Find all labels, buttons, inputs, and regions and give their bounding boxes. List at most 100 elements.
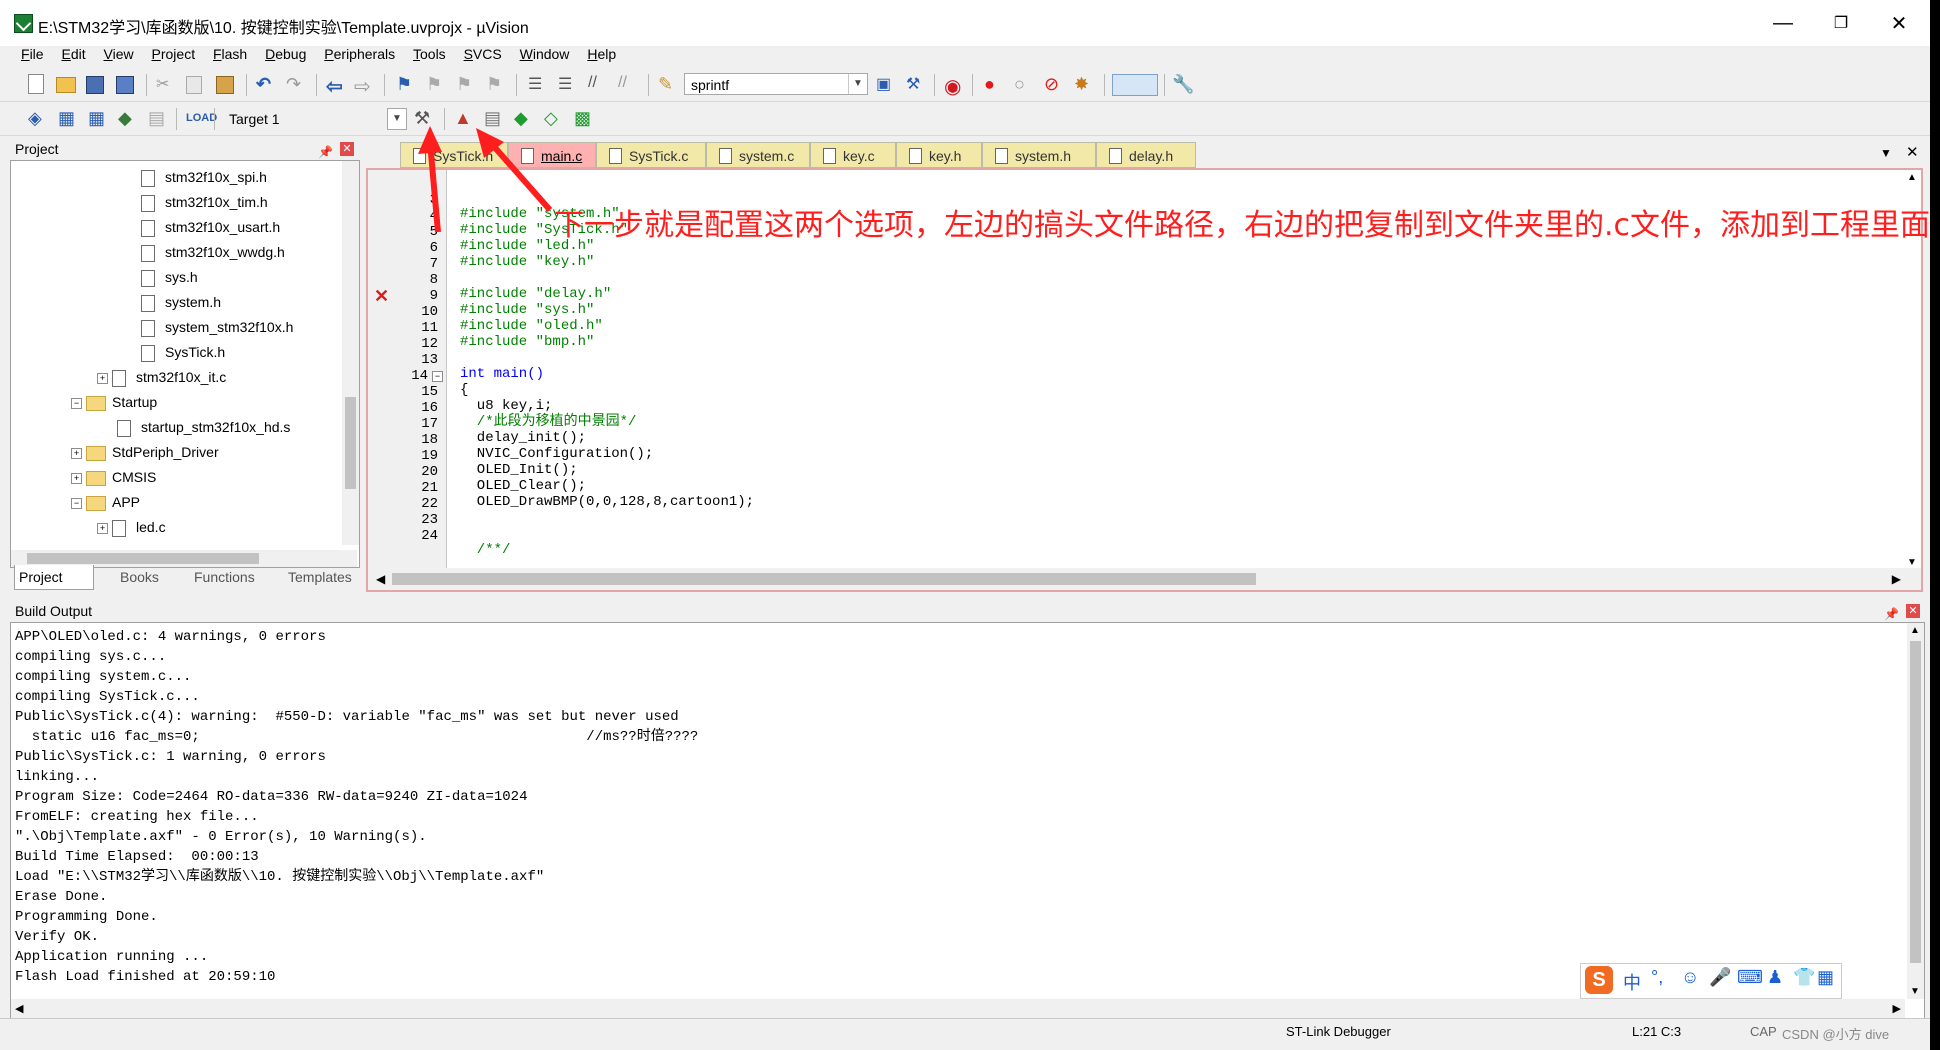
microphone-icon[interactable]: 🎤 xyxy=(1709,967,1731,988)
tree-folder[interactable]: − APP xyxy=(71,490,140,514)
collapse-icon[interactable]: − xyxy=(71,497,82,509)
scroll-up-icon[interactable]: ▲ xyxy=(1910,625,1920,636)
menu-project[interactable]: Project xyxy=(145,42,203,66)
close-editor-icon[interactable]: ✕ xyxy=(1906,143,1919,161)
navigate-forward-icon[interactable]: ⇨ xyxy=(354,74,376,98)
save-icon[interactable] xyxy=(86,76,104,94)
uncomment-icon[interactable]: // xyxy=(618,74,640,94)
scrollbar-thumb[interactable] xyxy=(345,397,356,489)
paste-icon[interactable] xyxy=(216,76,234,94)
scrollbar-thumb[interactable] xyxy=(392,573,1256,585)
rebuild-icon[interactable]: ▦ xyxy=(88,108,110,128)
open-file-icon[interactable] xyxy=(56,77,76,93)
tree-folder[interactable]: + CMSIS xyxy=(71,465,156,489)
unindent-icon[interactable]: ☰ xyxy=(558,74,580,94)
toolbox-icon[interactable]: ▦ xyxy=(1817,967,1834,988)
editor-tab[interactable]: delay.h xyxy=(1096,142,1196,168)
redo-icon[interactable]: ↷ xyxy=(286,74,308,94)
ime-mode[interactable]: 中 xyxy=(1623,969,1641,995)
tab-templates[interactable]: Templates xyxy=(266,565,352,589)
tree-item[interactable]: startup_stm32f10x_hd.s xyxy=(117,415,290,439)
kill-breakpoints-icon[interactable]: ✸ xyxy=(1074,74,1096,94)
tree-item[interactable]: stm32f10x_usart.h xyxy=(141,215,280,239)
disable-breakpoints-icon[interactable]: ⊘ xyxy=(1044,74,1066,94)
target-combo[interactable]: Target 1 ▼ xyxy=(222,107,408,130)
editor-tab[interactable]: key.c xyxy=(810,142,896,168)
tree-item[interactable]: system.h xyxy=(141,290,221,314)
scroll-down-icon[interactable]: ▼ xyxy=(1907,557,1917,568)
scrollbar-thumb[interactable] xyxy=(1910,641,1921,963)
build-output-pane[interactable]: APP\OLED\oled.c: 4 warnings, 0 errors co… xyxy=(10,622,1925,1020)
next-bookmark-icon[interactable]: ⚑ xyxy=(456,74,478,94)
find-icon[interactable]: ⚒ xyxy=(906,74,928,94)
expand-icon[interactable]: + xyxy=(97,372,108,384)
user-icon[interactable]: ♟ xyxy=(1767,967,1783,988)
menu-help[interactable]: Help xyxy=(580,42,623,66)
expand-icon[interactable]: + xyxy=(71,447,82,459)
expand-icon[interactable]: + xyxy=(71,472,82,484)
tab-books[interactable]: Books xyxy=(100,565,159,589)
fold-icon[interactable]: − xyxy=(432,371,443,382)
incremental-find-icon[interactable]: ▣ xyxy=(876,74,898,94)
menu-view[interactable]: View xyxy=(97,42,141,66)
build-icon[interactable]: ▦ xyxy=(58,108,80,128)
close-icon[interactable]: ✕ xyxy=(340,142,354,156)
scroll-right-icon[interactable]: ▶ xyxy=(1893,1002,1901,1015)
cut-icon[interactable]: ✂ xyxy=(156,74,178,94)
maximize-button[interactable]: ❐ xyxy=(1812,0,1870,46)
clear-bookmarks-icon[interactable]: ⚑ xyxy=(486,74,508,94)
chevron-down-icon[interactable]: ▼ xyxy=(848,74,867,94)
tree-item[interactable]: stm32f10x_tim.h xyxy=(141,190,268,214)
close-icon[interactable]: ✕ xyxy=(1906,604,1920,618)
sogou-logo-icon[interactable]: S xyxy=(1585,966,1613,994)
find-in-files-icon[interactable]: ✎ xyxy=(658,74,680,94)
tree-item[interactable]: stm32f10x_spi.h xyxy=(141,165,267,189)
collapse-icon[interactable]: − xyxy=(71,397,82,409)
scroll-left-icon[interactable]: ◀ xyxy=(15,1002,23,1015)
scroll-right-icon[interactable]: ▶ xyxy=(1892,572,1901,586)
keyboard-icon[interactable]: ⌨ xyxy=(1737,967,1763,988)
pack-installer-icon[interactable]: ▩ xyxy=(574,108,596,128)
tree-item[interactable]: stm32f10x_wwdg.h xyxy=(141,240,285,264)
menu-flash[interactable]: Flash xyxy=(206,42,254,66)
expand-icon[interactable]: + xyxy=(97,522,108,534)
scroll-down-icon[interactable]: ▼ xyxy=(1910,986,1920,997)
editor-tab[interactable]: key.h xyxy=(896,142,982,168)
stop-build-icon[interactable]: ▤ xyxy=(148,108,170,128)
enable-breakpoint-icon[interactable]: ○ xyxy=(1014,74,1036,94)
insert-breakpoint-icon[interactable]: ● xyxy=(984,74,1006,94)
punctuation-icon[interactable]: °, xyxy=(1651,967,1663,988)
tree-item[interactable]: system_stm32f10x.h xyxy=(141,315,293,339)
bookmark-icon[interactable]: ⚑ xyxy=(396,74,418,94)
editor-tab[interactable]: system.h xyxy=(982,142,1096,168)
menu-window[interactable]: Window xyxy=(513,42,577,66)
menu-file[interactable]: File xyxy=(14,42,51,66)
menu-debug[interactable]: Debug xyxy=(258,42,313,66)
configure-icon[interactable]: 🔧 xyxy=(1172,74,1194,94)
find-combo[interactable]: sprintf ▼ xyxy=(684,73,868,95)
menu-peripherals[interactable]: Peripherals xyxy=(317,42,402,66)
editor-tab[interactable]: system.c xyxy=(706,142,810,168)
build-vertical-scrollbar[interactable]: ▲ ▼ xyxy=(1907,623,1924,999)
scroll-up-icon[interactable]: ▲ xyxy=(1907,172,1917,183)
window-layout-icon[interactable] xyxy=(1112,74,1158,96)
scroll-left-icon[interactable]: ◀ xyxy=(376,572,385,586)
tree-item[interactable]: + led.c xyxy=(97,515,166,539)
batch-build-icon[interactable]: ◆ xyxy=(118,108,140,128)
tree-item[interactable]: sys.h xyxy=(141,265,198,289)
tree-folder[interactable]: + StdPeriph_Driver xyxy=(71,440,219,464)
translate-icon[interactable]: ◈ xyxy=(28,108,50,128)
tree-item[interactable]: + stm32f10x_it.c xyxy=(97,365,226,389)
copy-icon[interactable] xyxy=(186,76,202,94)
skin-icon[interactable]: 👕 xyxy=(1793,967,1815,988)
tab-project[interactable]: Project xyxy=(14,565,94,590)
navigate-back-icon[interactable]: ⇦ xyxy=(326,74,348,98)
download-icon[interactable]: LOAD xyxy=(186,108,217,128)
indent-icon[interactable]: ☰ xyxy=(528,74,550,94)
tab-list-icon[interactable]: ▼ xyxy=(1880,146,1892,160)
emoji-icon[interactable]: ☺ xyxy=(1681,967,1699,988)
project-vertical-scrollbar[interactable] xyxy=(342,161,359,545)
minimize-button[interactable]: — xyxy=(1754,0,1812,46)
debug-session-icon[interactable]: ◉ xyxy=(944,74,966,98)
tree-folder[interactable]: − Startup xyxy=(71,390,157,414)
